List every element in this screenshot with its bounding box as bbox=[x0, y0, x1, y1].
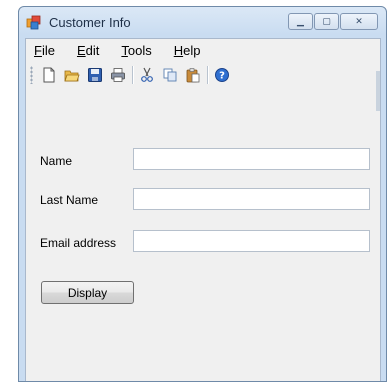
new-button[interactable] bbox=[39, 65, 59, 85]
svg-text:?: ? bbox=[219, 71, 225, 82]
print-icon bbox=[111, 68, 125, 82]
client-area: File Edit Tools Help ? Name Last Name Em… bbox=[25, 38, 381, 381]
menu-file[interactable]: File bbox=[34, 43, 55, 58]
help-button[interactable]: ? bbox=[212, 65, 232, 85]
last-name-field[interactable] bbox=[133, 188, 370, 210]
cut-button[interactable] bbox=[137, 65, 157, 85]
open-folder-icon bbox=[64, 70, 80, 82]
close-icon: ✕ bbox=[355, 16, 363, 26]
paste-icon bbox=[186, 68, 200, 83]
toolbar: ? bbox=[26, 62, 380, 88]
menu-tools[interactable]: Tools bbox=[121, 43, 151, 58]
close-button[interactable]: ✕ bbox=[340, 13, 378, 30]
save-button[interactable] bbox=[85, 65, 105, 85]
save-icon bbox=[88, 68, 102, 82]
name-field[interactable] bbox=[133, 148, 370, 170]
name-label: Name bbox=[40, 154, 73, 168]
help-icon: ? bbox=[215, 68, 229, 82]
paste-button[interactable] bbox=[183, 65, 203, 85]
customer-info-window: Customer Info ▁ ▢ ✕ File Edit Tools Help bbox=[18, 6, 387, 382]
email-field[interactable] bbox=[133, 230, 370, 252]
cut-icon bbox=[141, 67, 153, 82]
app-icon bbox=[26, 15, 41, 30]
print-button[interactable] bbox=[108, 65, 128, 85]
menu-help[interactable]: Help bbox=[174, 43, 201, 58]
window-title: Customer Info bbox=[49, 15, 131, 30]
email-label: Email address bbox=[40, 236, 117, 250]
open-button[interactable] bbox=[62, 65, 82, 85]
toolbar-overflow-edge bbox=[376, 71, 380, 111]
minimize-button[interactable]: ▁ bbox=[288, 13, 313, 30]
minimize-icon: ▁ bbox=[297, 16, 304, 26]
title-bar[interactable]: Customer Info ▁ ▢ ✕ bbox=[19, 7, 386, 37]
menu-bar: File Edit Tools Help bbox=[26, 39, 380, 61]
new-document-icon bbox=[43, 67, 55, 83]
menu-edit[interactable]: Edit bbox=[77, 43, 99, 58]
toolbar-separator bbox=[207, 66, 208, 84]
last-name-label: Last Name bbox=[40, 193, 99, 207]
toolbar-separator bbox=[132, 66, 133, 84]
copy-icon bbox=[163, 68, 177, 82]
window-controls: ▁ ▢ ✕ bbox=[288, 13, 378, 31]
maximize-button[interactable]: ▢ bbox=[314, 13, 339, 30]
copy-button[interactable] bbox=[160, 65, 180, 85]
toolbar-grip[interactable] bbox=[30, 66, 33, 84]
maximize-icon: ▢ bbox=[322, 16, 331, 26]
display-button[interactable]: Display bbox=[41, 281, 134, 304]
